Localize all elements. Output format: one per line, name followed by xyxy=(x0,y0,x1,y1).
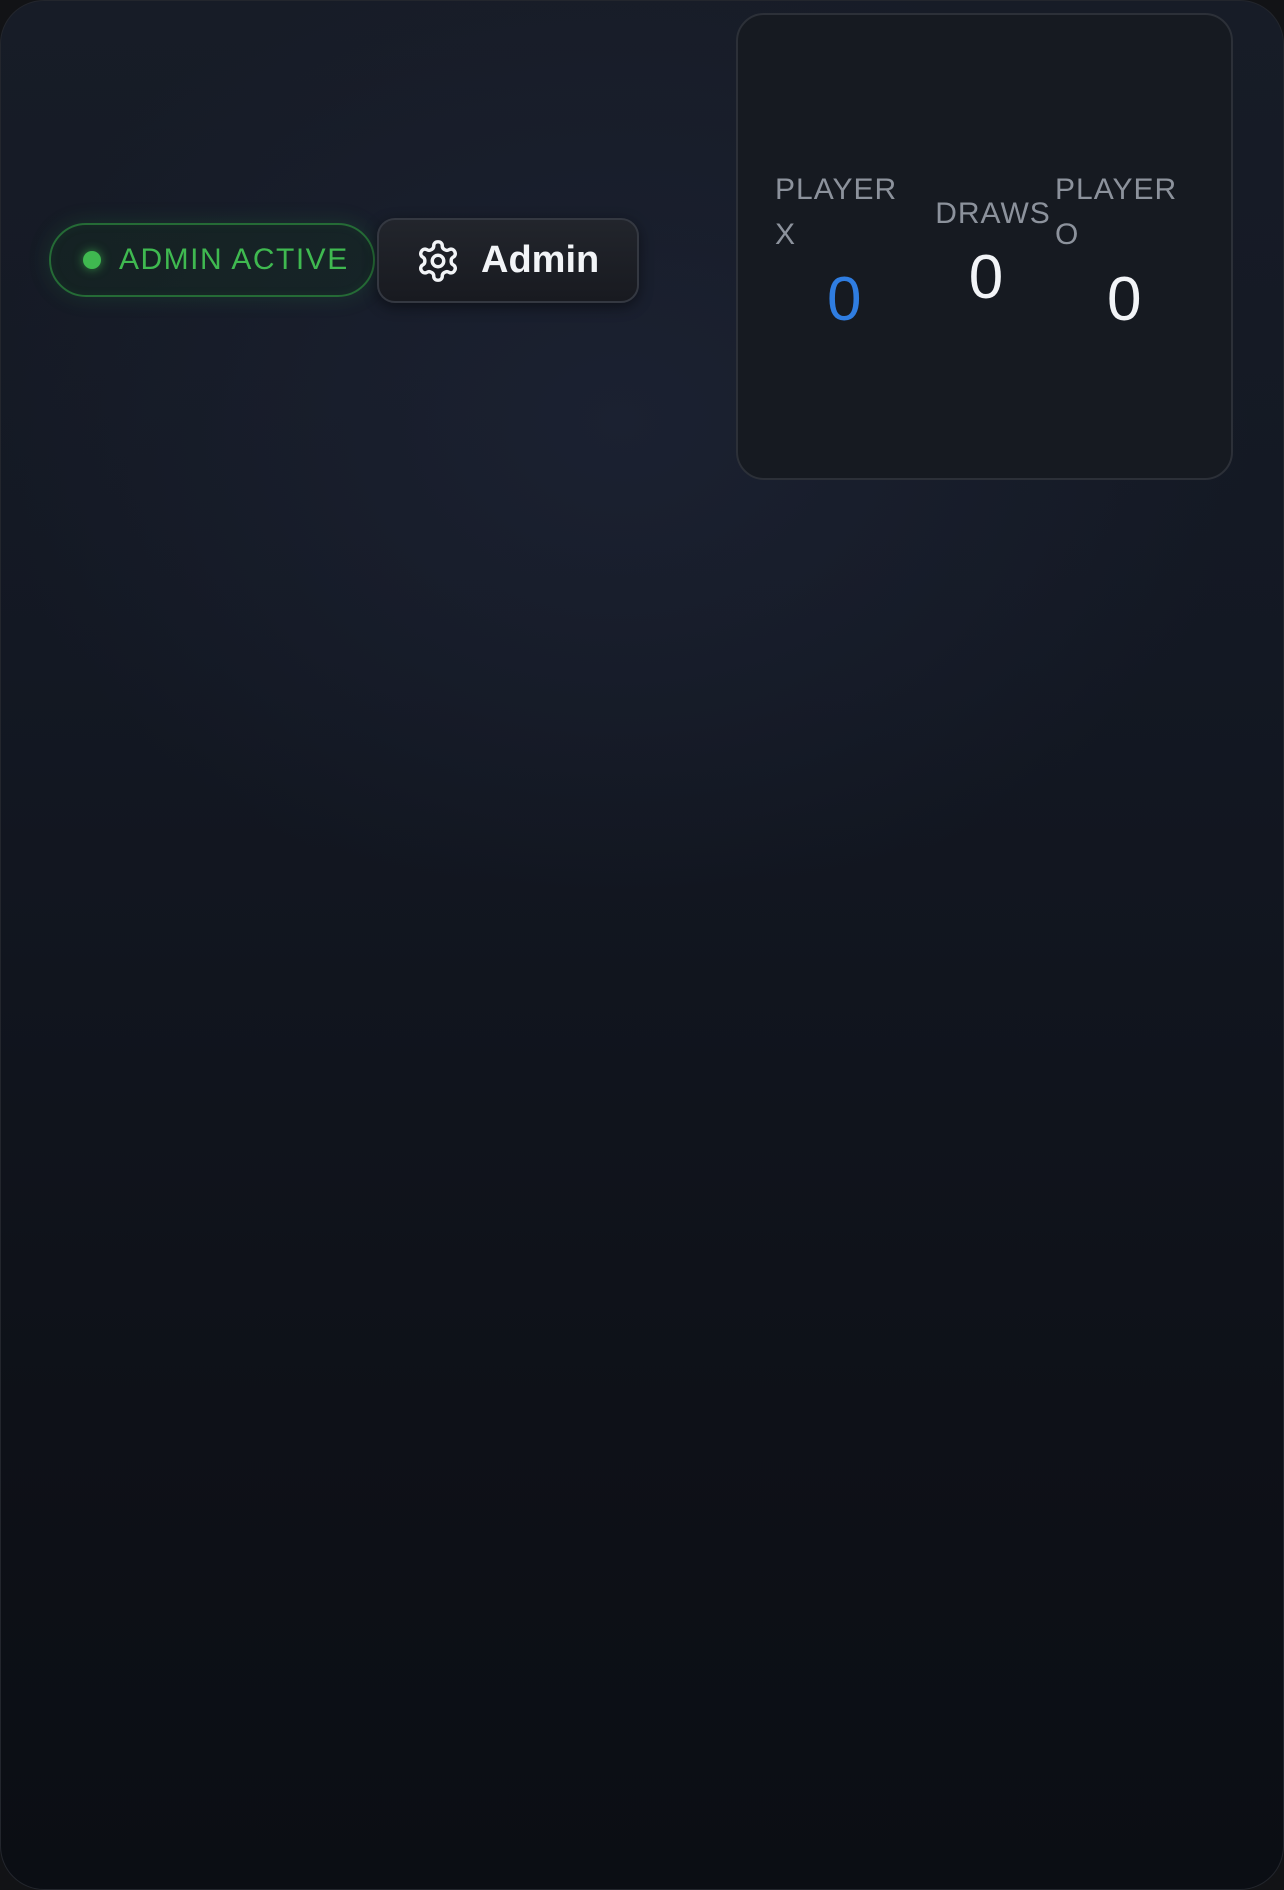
app-window: ADMIN ACTIVE Admin PLAYER X 0 DRAWS 0 PL… xyxy=(0,0,1284,1890)
player-o-label: PLAYER O xyxy=(1055,173,1178,251)
status-dot-icon xyxy=(83,251,101,269)
admin-button[interactable]: Admin xyxy=(377,218,639,303)
player-x-value: 0 xyxy=(827,265,862,334)
player-x-label: PLAYER X xyxy=(775,173,898,251)
admin-button-label: Admin xyxy=(481,239,600,281)
gear-icon xyxy=(419,239,457,282)
player-o-value: 0 xyxy=(1107,265,1142,334)
draws-value: 0 xyxy=(968,243,1004,312)
admin-status-label: ADMIN ACTIVE xyxy=(119,243,349,276)
draws-label: DRAWS xyxy=(935,197,1051,230)
player-o-score: PLAYER O 0 xyxy=(1055,167,1195,331)
player-x-score: PLAYER X 0 xyxy=(775,167,915,331)
draws-score: DRAWS 0 xyxy=(928,191,1058,309)
admin-active-badge: ADMIN ACTIVE xyxy=(49,223,375,297)
scoreboard: PLAYER X 0 DRAWS 0 PLAYER O 0 xyxy=(736,13,1233,480)
